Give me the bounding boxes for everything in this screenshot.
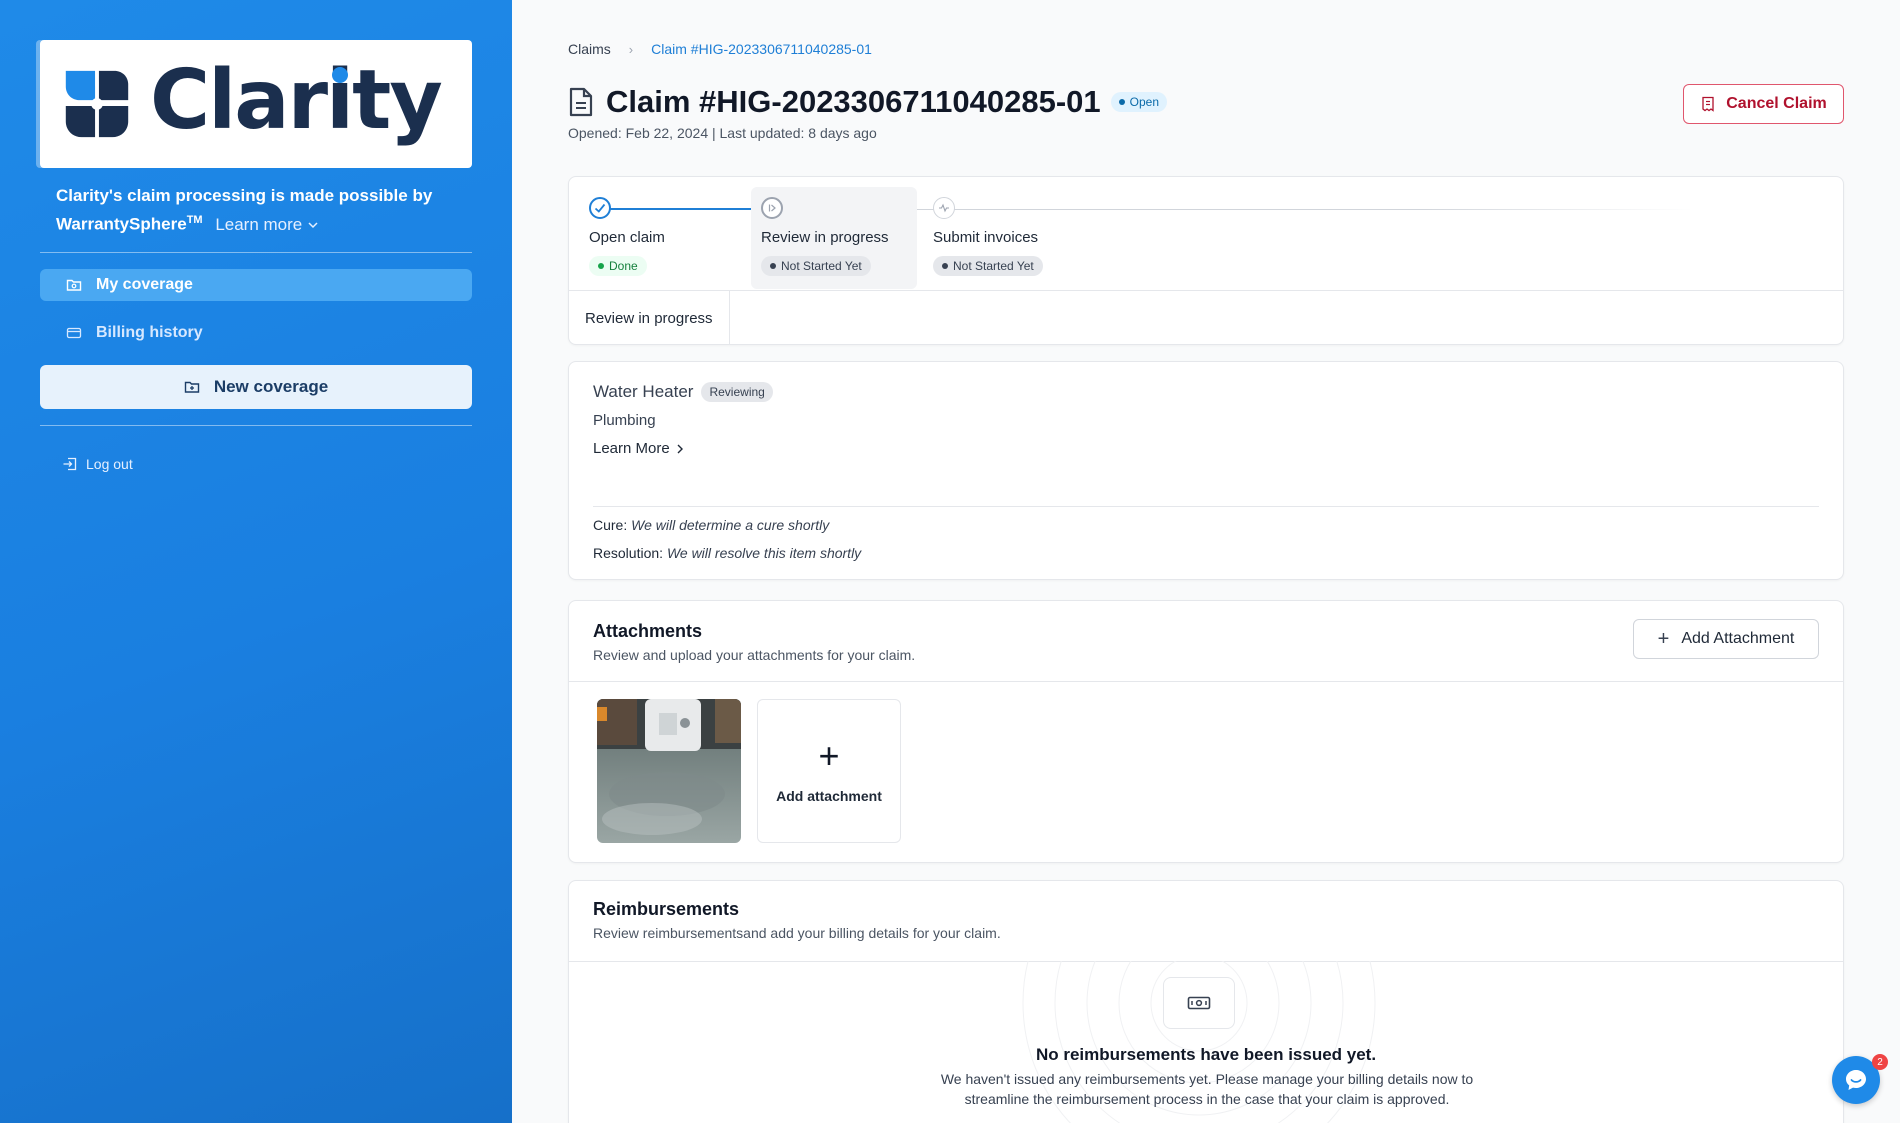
step-open-claim[interactable]: Open claim Done	[579, 187, 675, 289]
section-title: Attachments	[593, 621, 703, 641]
chevron-right-icon: ›	[628, 41, 634, 57]
play-circle-icon	[761, 197, 783, 219]
sidebar-item-label: My coverage	[96, 276, 193, 293]
section-subtitle: Review reimbursementsand add your billin…	[593, 925, 1001, 941]
claim-progress-card: Open claim Done Review in progress Not S…	[568, 176, 1844, 345]
item-status-badge: Reviewing	[701, 382, 773, 402]
item-title-row: Water Heater Reviewing	[593, 382, 773, 402]
pinwheel-logo-icon	[65, 70, 129, 138]
empty-state-description: We haven't issued any reimbursements yet…	[940, 1071, 1474, 1107]
step-label: Review in progress	[761, 229, 889, 246]
cancel-claim-button[interactable]: Cancel Claim	[1683, 84, 1844, 124]
document-icon	[569, 87, 593, 117]
logout-button[interactable]: Log out	[62, 456, 133, 472]
sidebar-divider	[40, 252, 472, 253]
step-review-in-progress[interactable]: Review in progress Not Started Yet	[751, 187, 917, 289]
breadcrumb-claims-link[interactable]: Claims	[568, 41, 611, 57]
credit-card-icon	[66, 325, 82, 341]
tab-review-in-progress[interactable]: Review in progress	[569, 291, 730, 345]
sidebar-item-billing-history[interactable]: Billing history	[40, 317, 472, 349]
add-attachment-button[interactable]: + Add Attachment	[1633, 619, 1819, 659]
progress-steps: Open claim Done Review in progress Not S…	[569, 177, 1843, 291]
attachments-card: Attachments Review and upload your attac…	[568, 600, 1844, 863]
reimbursements-card: Reimbursements Review reimbursementsand …	[568, 880, 1844, 1123]
attachment-thumbnail[interactable]	[597, 699, 741, 843]
divider	[569, 681, 1843, 682]
plus-icon: +	[1657, 627, 1670, 650]
banknote-icon	[1163, 977, 1235, 1029]
chevron-right-icon	[677, 444, 683, 453]
activity-icon	[933, 197, 955, 219]
claim-item-card: Water Heater Reviewing Plumbing Learn Mo…	[568, 361, 1844, 580]
step-label: Submit invoices	[933, 229, 1039, 246]
breadcrumb-current-claim[interactable]: Claim #HIG-2023306711040285-01	[651, 41, 872, 57]
item-cure: Cure: We will determine a cure shortly	[593, 517, 830, 533]
empty-state-title: No reimbursements have been issued yet.	[1035, 1045, 1377, 1064]
logout-icon	[63, 457, 77, 471]
check-circle-icon	[589, 197, 611, 219]
divider	[593, 506, 1819, 507]
step-status-badge: Done	[589, 256, 647, 276]
item-category: Plumbing	[593, 412, 656, 429]
sidebar-divider	[40, 425, 472, 426]
chat-bubble-icon	[1846, 1070, 1866, 1090]
logo-wordmark: Clarity	[150, 52, 443, 148]
learn-more-link[interactable]: Learn More	[593, 440, 686, 457]
step-label: Open claim	[589, 229, 665, 246]
status-badge: Open	[1110, 92, 1168, 112]
breadcrumb: Claims › Claim #HIG-2023306711040285-01	[568, 41, 872, 57]
section-subtitle: Review and upload your attachments for y…	[593, 647, 916, 663]
step-submit-invoices[interactable]: Submit invoices Not Started Yet	[923, 187, 1053, 289]
item-name: Water Heater	[593, 382, 694, 401]
page-title: Claim #HIG-2023306711040285-01	[606, 84, 1101, 119]
folder-icon	[66, 277, 82, 293]
powered-by-text: Clarity's claim processing is made possi…	[56, 186, 433, 234]
sidebar: Clarity Clarity's claim processing is ma…	[0, 0, 512, 1123]
learn-more-link[interactable]: Learn more	[215, 215, 319, 234]
brand-logo[interactable]: Clarity	[40, 40, 472, 168]
section-title: Reimbursements	[593, 899, 740, 919]
plus-icon: +	[818, 735, 840, 776]
folder-plus-icon	[184, 381, 200, 393]
page-title-row: Claim #HIG-2023306711040285-01 Open	[568, 84, 1168, 120]
claim-meta: Opened: Feb 22, 2024 | Last updated: 8 d…	[568, 125, 877, 141]
item-resolution: Resolution: We will resolve this item sh…	[593, 545, 862, 561]
step-status-badge: Not Started Yet	[761, 256, 871, 276]
sidebar-item-label: Billing history	[96, 324, 203, 341]
main-content: Claims › Claim #HIG-2023306711040285-01 …	[512, 0, 1900, 1123]
sidebar-item-my-coverage[interactable]: My coverage	[40, 269, 472, 301]
step-status-badge: Not Started Yet	[933, 256, 1043, 276]
new-coverage-button[interactable]: New coverage	[40, 365, 472, 409]
receipt-cancel-icon	[1702, 96, 1714, 112]
add-attachment-tile[interactable]: + Add attachment	[757, 699, 901, 843]
reimbursements-empty-state: No reimbursements have been issued yet. …	[569, 961, 1843, 1123]
unread-count-badge: 2	[1872, 1054, 1888, 1070]
chevron-down-icon	[308, 222, 318, 229]
